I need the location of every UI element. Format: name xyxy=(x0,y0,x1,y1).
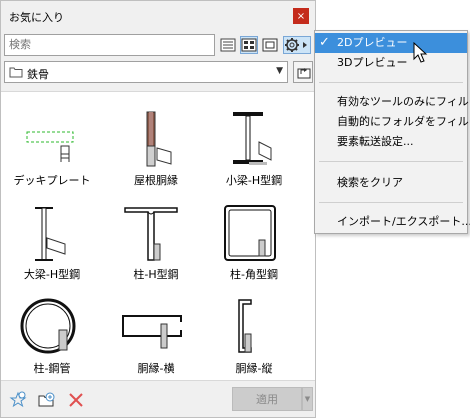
girder-h-section-icon xyxy=(35,207,66,261)
menu-item-clear-search[interactable]: 検索をクリア xyxy=(315,173,467,193)
favorite-item[interactable]: 柱-角型鋼 xyxy=(205,194,303,290)
folder-icon xyxy=(9,67,23,78)
menu-separator xyxy=(319,82,463,83)
favorite-item[interactable]: デッキプレート xyxy=(3,100,101,196)
item-label: 胴縁-横 xyxy=(137,362,175,375)
item-label: 大梁-H型鋼 xyxy=(23,268,81,281)
deck-plate-icon xyxy=(26,131,74,162)
apply-dropdown-button[interactable]: ▼ xyxy=(302,387,313,411)
menu-item-import-export[interactable]: インポート/エクスポート... xyxy=(315,212,470,232)
girt-vertical-icon xyxy=(238,299,252,353)
grid-view-icon xyxy=(241,38,257,52)
folder-up-button[interactable] xyxy=(293,61,313,83)
item-label: 胴縁-縦 xyxy=(235,362,273,375)
menu-item-2d-preview[interactable]: ✓ 2Dプレビュー xyxy=(315,33,467,53)
apply-button[interactable]: 適用 xyxy=(232,387,302,411)
menu-item-transfer-settings[interactable]: 要素転送設定... xyxy=(315,132,467,152)
favorite-item[interactable]: 屋根胴縁 xyxy=(107,100,205,196)
delete-icon[interactable] xyxy=(67,391,85,409)
favorite-item[interactable]: 小梁-H型鋼 xyxy=(205,100,303,196)
column-h-section-icon xyxy=(124,207,178,261)
folder-select[interactable]: 鉄骨 ▼ xyxy=(4,61,288,83)
menu-item-label: インポート/エクスポート... xyxy=(337,215,470,228)
list-view-button[interactable] xyxy=(219,36,237,54)
menu-item-auto-filter-folders[interactable]: 自動的にフォルダをフィルタ xyxy=(315,112,470,132)
roof-purlin-icon xyxy=(146,111,172,167)
favorite-item[interactable]: 大梁-H型鋼 xyxy=(3,194,101,290)
panel-title: お気に入り xyxy=(9,11,64,24)
item-label: 柱-鋼管 xyxy=(33,362,71,375)
menu-item-label: 2Dプレビュー xyxy=(337,36,408,49)
chevron-down-icon: ▼ xyxy=(304,395,311,403)
menu-item-3d-preview[interactable]: 3Dプレビュー xyxy=(315,53,467,73)
chevron-down-icon: ▼ xyxy=(276,66,283,76)
item-label: 柱-角型鋼 xyxy=(230,268,278,281)
preview-icon xyxy=(262,38,278,52)
title-bar: お気に入り × xyxy=(1,1,315,31)
options-menu-button[interactable] xyxy=(283,36,311,54)
menu-separator xyxy=(319,161,463,162)
menu-item-label: 要素転送設定... xyxy=(337,135,414,148)
folder-name: 鉄骨 xyxy=(27,68,49,81)
favorite-item[interactable]: 柱-H型鋼 xyxy=(107,194,205,290)
column-square-tube-icon xyxy=(224,205,276,261)
menu-item-label: 3Dプレビュー xyxy=(337,56,408,69)
check-icon: ✓ xyxy=(319,35,330,50)
menu-item-label: 検索をクリア xyxy=(337,176,403,189)
preview-toggle-button[interactable] xyxy=(261,36,279,54)
girt-horizontal-icon xyxy=(122,315,182,349)
menu-item-label: 自動的にフォルダをフィルタ xyxy=(337,115,470,128)
close-icon: × xyxy=(296,10,306,22)
add-favorite-icon[interactable] xyxy=(9,391,27,409)
favorites-panel: お気に入り × 検索 鉄骨 ▼ デッキプレート 屋根胴縁 小梁-H型鋼 大梁-H… xyxy=(0,0,316,418)
bottom-toolbar: 適用 ▼ xyxy=(1,382,315,417)
favorite-item[interactable]: 胴縁-横 xyxy=(107,288,205,384)
folder-up-icon xyxy=(297,68,311,79)
item-label: デッキプレート xyxy=(13,174,91,187)
new-folder-icon[interactable] xyxy=(38,391,56,409)
favorites-grid: デッキプレート 屋根胴縁 小梁-H型鋼 大梁-H型鋼 柱-H型鋼 柱-角型鋼 柱… xyxy=(1,91,315,381)
favorite-item[interactable]: 柱-鋼管 xyxy=(3,288,101,384)
column-steel-pipe-icon xyxy=(20,298,76,354)
list-view-icon xyxy=(220,38,236,52)
close-button[interactable]: × xyxy=(293,8,309,24)
menu-separator xyxy=(319,202,463,203)
item-label: 柱-H型鋼 xyxy=(133,268,179,281)
menu-item-label: 有効なツールのみにフィルタ xyxy=(337,95,470,108)
mouse-cursor-icon xyxy=(413,42,428,63)
favorite-item[interactable]: 胴縁-縦 xyxy=(205,288,303,384)
small-beam-h-section-icon xyxy=(233,112,272,165)
item-label: 小梁-H型鋼 xyxy=(225,174,283,187)
menu-item-filter-active-tools[interactable]: 有効なツールのみにフィルタ xyxy=(315,92,470,112)
grid-view-button[interactable] xyxy=(240,36,258,54)
item-label: 屋根胴縁 xyxy=(134,174,178,187)
gear-icon xyxy=(285,38,307,52)
search-input[interactable] xyxy=(4,34,215,56)
options-dropdown-menu: ✓ 2Dプレビュー 3Dプレビュー 有効なツールのみにフィルタ 自動的にフォルダ… xyxy=(314,30,470,234)
